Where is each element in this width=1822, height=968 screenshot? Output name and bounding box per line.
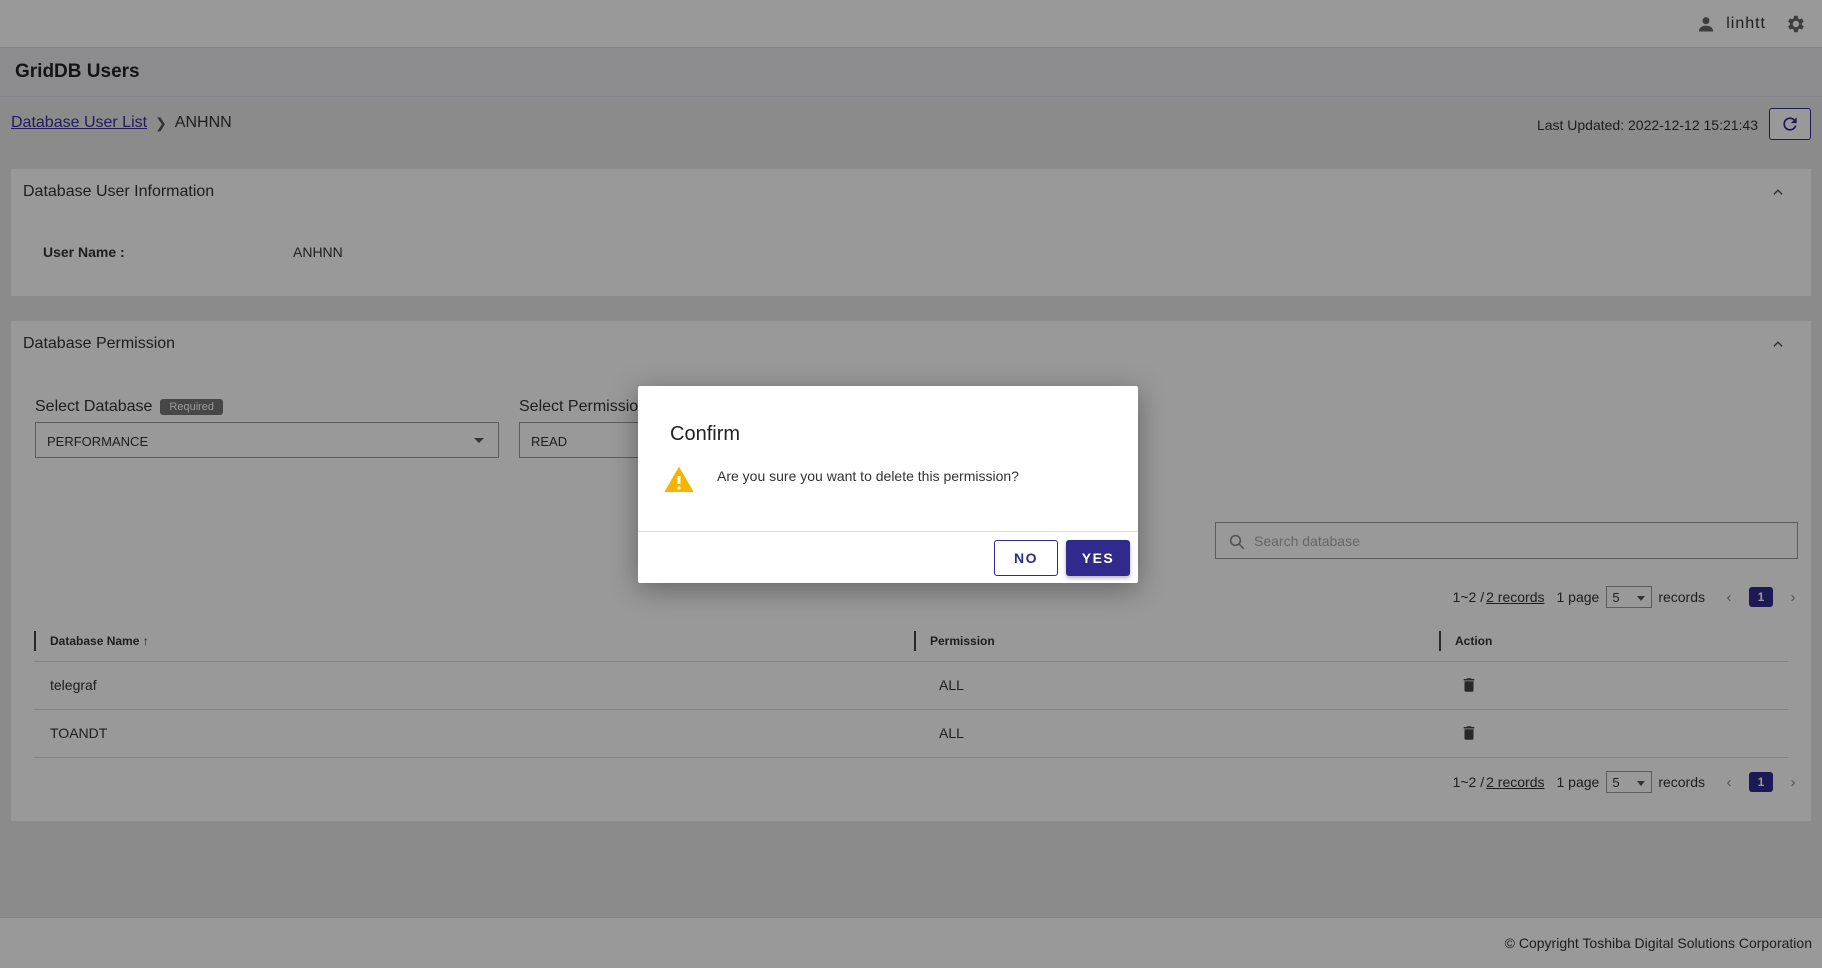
confirm-dialog: Confirm Are you sure you want to delete … [638,386,1138,583]
warning-icon [664,466,694,492]
dialog-message: Are you sure you want to delete this per… [717,468,1019,484]
dialog-divider [638,531,1138,532]
dialog-title: Confirm [670,423,741,445]
no-button[interactable]: NO [994,540,1058,576]
yes-button[interactable]: YES [1066,540,1130,576]
